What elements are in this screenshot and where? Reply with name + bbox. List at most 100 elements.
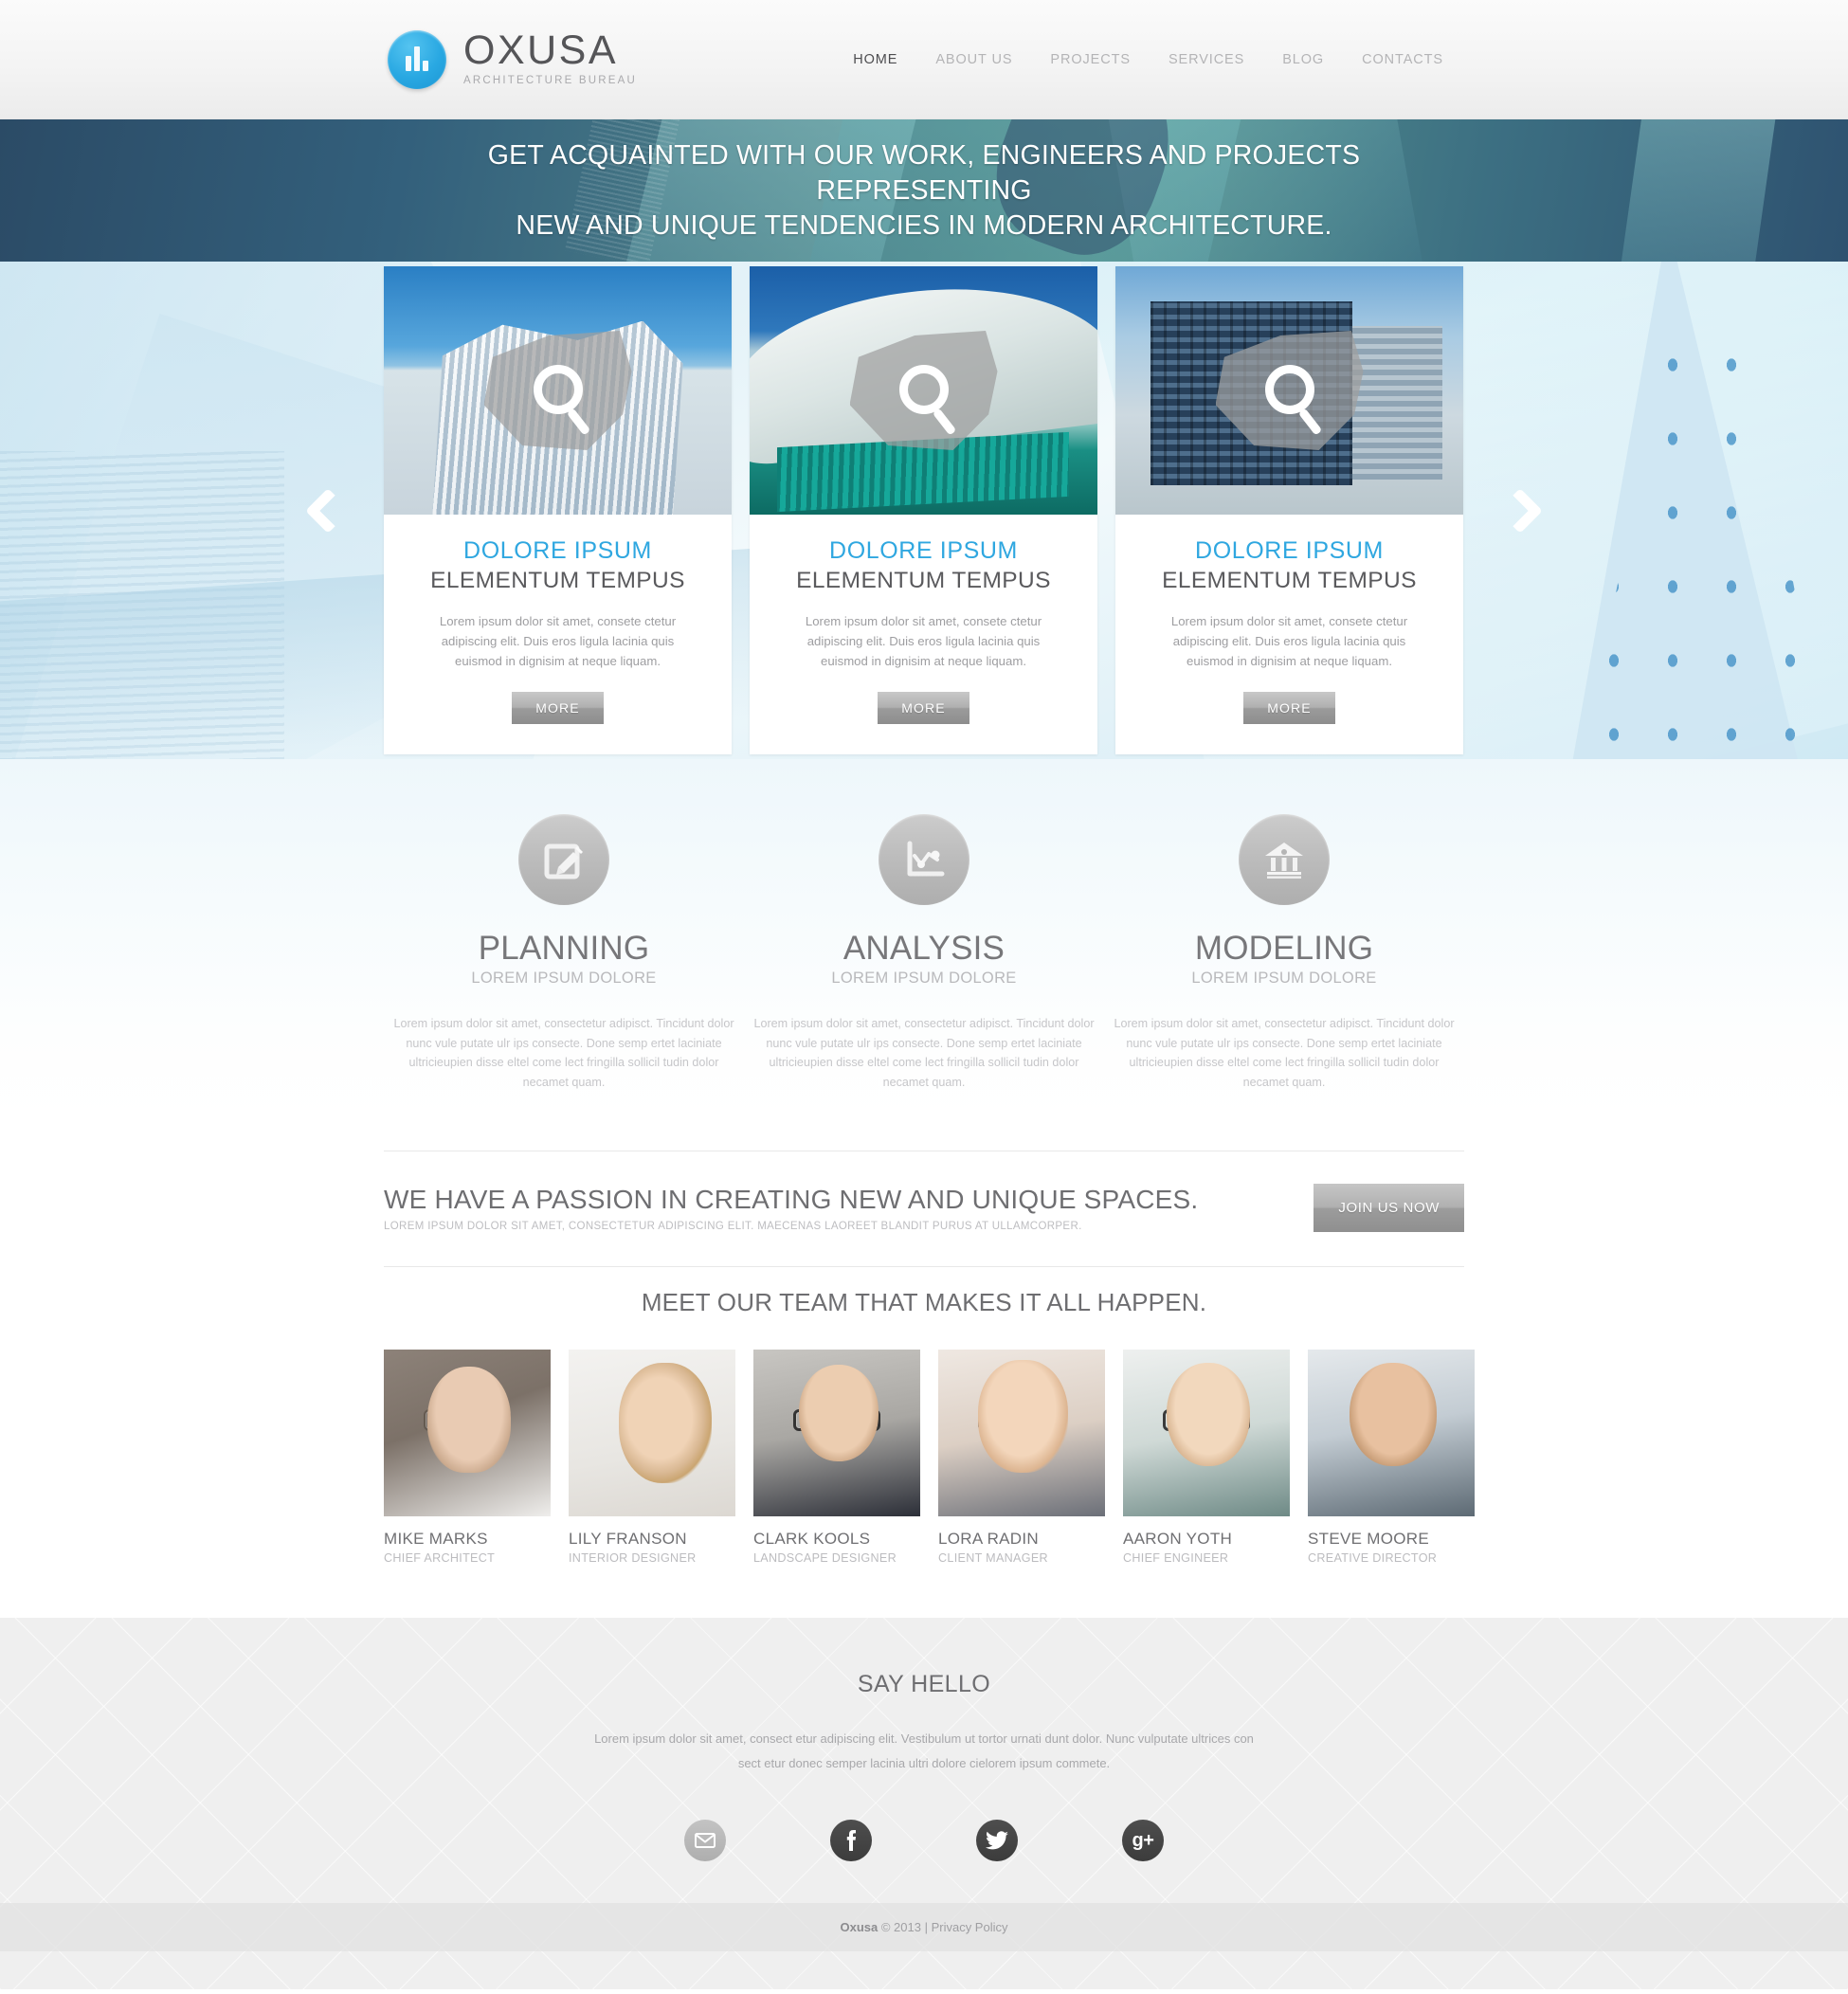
team-member-role: LANDSCAPE DESIGNER (753, 1551, 897, 1565)
mail-icon (695, 1833, 716, 1848)
social-link-facebook[interactable] (830, 1820, 872, 1861)
nav-item-about-us[interactable]: ABOUT US (916, 52, 1031, 67)
service-title: PLANNING (478, 930, 650, 967)
project-card-title: DOLORE IPSUM (829, 537, 1018, 564)
team-member-name: AARON YOTH (1123, 1530, 1233, 1548)
project-card-text: Lorem ipsum dolor sit amet, consete ctet… (805, 613, 1042, 668)
nav-item-contacts[interactable]: CONTACTS (1343, 52, 1462, 67)
team-member-name: LORA RADIN (938, 1530, 1039, 1548)
team-member[interactable]: CLARK KOOLS LANDSCAPE DESIGNER (753, 1350, 920, 1565)
project-card[interactable]: DOLORE IPSUM ELEMENTUM TEMPUS Lorem ipsu… (1115, 266, 1463, 754)
team-member-name: LILY FRANSON (569, 1530, 687, 1548)
project-card-subtitle: ELEMENTUM TEMPUS (796, 567, 1051, 593)
cta-heading: WE HAVE A PASSION IN CREATING NEW AND UN… (384, 1184, 1199, 1214)
team-member-role: CHIEF ARCHITECT (384, 1551, 496, 1565)
hero-banner: GET ACQUAINTED WITH OUR WORK, ENGINEERS … (0, 119, 1848, 262)
project-card-subtitle: ELEMENTUM TEMPUS (430, 567, 685, 593)
team-heading: MEET OUR TEAM THAT MAKES IT ALL HAPPEN. (641, 1288, 1207, 1316)
brand-tagline: ARCHITECTURE BUREAU (463, 74, 638, 86)
service-title: ANALYSIS (842, 930, 1006, 967)
team-member[interactable]: LORA RADIN CLIENT MANAGER (938, 1350, 1105, 1565)
main-navigation: HOME ABOUT US PROJECTS SERVICES BLOG CON… (834, 52, 1464, 67)
chevron-left-icon (304, 487, 352, 534)
bank-building-icon (1239, 814, 1330, 905)
social-link-email[interactable] (684, 1820, 726, 1861)
service-text: Lorem ipsum dolor sit amet, consectetur … (393, 1017, 734, 1089)
slider-prev-button[interactable] (301, 468, 354, 553)
brand-logo[interactable]: OXUSA ARCHITECTURE BUREAU (388, 27, 638, 89)
services-section: PLANNING LOREM IPSUM DOLORE Lorem ipsum … (0, 759, 1848, 1120)
team-member-role: CLIENT MANAGER (938, 1551, 1048, 1565)
nav-item-blog[interactable]: BLOG (1263, 52, 1343, 67)
slider-next-button[interactable] (1494, 468, 1547, 553)
team-member[interactable]: LILY FRANSON INTERIOR DESIGNER (569, 1350, 735, 1565)
service-text: Lorem ipsum dolor sit amet, consectetur … (1114, 1017, 1455, 1089)
team-member-name: CLARK KOOLS (753, 1530, 871, 1548)
line-chart-icon (879, 814, 969, 905)
social-link-google-plus[interactable]: g+ (1122, 1820, 1164, 1861)
avatar (384, 1350, 551, 1516)
team-member-name: STEVE MOORE (1308, 1530, 1429, 1548)
site-footer: SAY HELLO Lorem ipsum dolor sit amet, co… (0, 1618, 1848, 1989)
project-card-image[interactable] (750, 266, 1097, 515)
nav-item-home[interactable]: HOME (834, 52, 916, 67)
service-subtitle: LOREM IPSUM DOLORE (831, 970, 1017, 987)
avatar (753, 1350, 920, 1516)
google-plus-icon: g+ (1132, 1830, 1154, 1851)
magnifier-icon (1215, 331, 1364, 450)
cta-subheading: LOREM IPSUM DOLOR SIT AMET, CONSECTETUR … (384, 1220, 1082, 1232)
facebook-icon (846, 1830, 856, 1851)
page-root: OXUSA ARCHITECTURE BUREAU HOME ABOUT US … (0, 0, 1848, 1989)
footer-text: Lorem ipsum dolor sit amet, consect etur… (594, 1731, 1254, 1770)
avatar (938, 1350, 1105, 1516)
project-card-more-button[interactable]: MORE (1243, 691, 1335, 724)
chevron-right-icon (1496, 487, 1544, 534)
team-member[interactable]: STEVE MOORE CREATIVE DIRECTOR (1308, 1350, 1475, 1565)
bar-chart-icon (388, 29, 446, 89)
service-text: Lorem ipsum dolor sit amet, consectetur … (753, 1017, 1095, 1089)
team-member-role: CREATIVE DIRECTOR (1308, 1551, 1438, 1565)
project-card-image[interactable] (1115, 266, 1463, 515)
team-member-role: CHIEF ENGINEER (1123, 1551, 1229, 1565)
project-card[interactable]: DOLORE IPSUM ELEMENTUM TEMPUS Lorem ipsu… (384, 266, 732, 754)
nav-item-projects[interactable]: PROJECTS (1031, 52, 1150, 67)
team-member-name: MIKE MARKS (384, 1530, 488, 1548)
site-header: OXUSA ARCHITECTURE BUREAU HOME ABOUT US … (0, 0, 1848, 119)
service-subtitle: LOREM IPSUM DOLORE (471, 970, 657, 987)
service-subtitle: LOREM IPSUM DOLORE (1191, 970, 1377, 987)
project-card-text: Lorem ipsum dolor sit amet, consete ctet… (439, 613, 677, 668)
project-card-more-button[interactable]: MORE (878, 691, 969, 724)
nav-item-services[interactable]: SERVICES (1150, 52, 1263, 67)
footer-heading: SAY HELLO (857, 1671, 991, 1697)
social-link-twitter[interactable] (976, 1820, 1018, 1861)
project-card[interactable]: DOLORE IPSUM ELEMENTUM TEMPUS Lorem ipsu… (750, 266, 1097, 754)
project-card-title: DOLORE IPSUM (1195, 537, 1384, 564)
team-member[interactable]: AARON YOTH CHIEF ENGINEER (1123, 1350, 1290, 1565)
team-member-role: INTERIOR DESIGNER (569, 1551, 697, 1565)
project-card-more-button[interactable]: MORE (512, 691, 604, 724)
brand-name: OXUSA (463, 27, 619, 73)
social-links: g+ (384, 1820, 1464, 1861)
copyright-brand: Oxusa (840, 1920, 879, 1934)
hero-headline-line1: GET ACQUAINTED WITH OUR WORK, ENGINEERS … (487, 139, 1361, 206)
avatar (569, 1350, 735, 1516)
copyright-bar: Oxusa © 2013 | Privacy Policy (0, 1903, 1848, 1951)
join-us-now-button[interactable]: JOIN US NOW (1314, 1184, 1464, 1232)
project-slider: DOLORE IPSUM ELEMENTUM TEMPUS Lorem ipsu… (0, 262, 1848, 759)
team-member[interactable]: MIKE MARKS CHIEF ARCHITECT (384, 1350, 551, 1565)
service-title: MODELING (1194, 930, 1374, 967)
service-analysis: ANALYSIS LOREM IPSUM DOLORE Lorem ipsum … (744, 814, 1104, 1092)
project-card-subtitle: ELEMENTUM TEMPUS (1162, 567, 1417, 593)
project-card-text: Lorem ipsum dolor sit amet, consete ctet… (1170, 613, 1408, 668)
project-card-title: DOLORE IPSUM (463, 537, 652, 564)
project-card-image[interactable] (384, 266, 732, 515)
pencil-edit-icon (518, 814, 609, 905)
service-planning: PLANNING LOREM IPSUM DOLORE Lorem ipsum … (384, 814, 744, 1092)
copyright-text: © 2013 | Privacy Policy (878, 1920, 1008, 1934)
twitter-icon (986, 1831, 1008, 1850)
cta-section: WE HAVE A PASSION IN CREATING NEW AND UN… (384, 1151, 1464, 1267)
service-modeling: MODELING LOREM IPSUM DOLORE Lorem ipsum … (1104, 814, 1464, 1092)
magnifier-icon (849, 331, 998, 450)
hero-headline-line2: NEW AND UNIQUE TENDENCIES IN MODERN ARCH… (516, 209, 1332, 241)
magnifier-icon (483, 331, 632, 450)
